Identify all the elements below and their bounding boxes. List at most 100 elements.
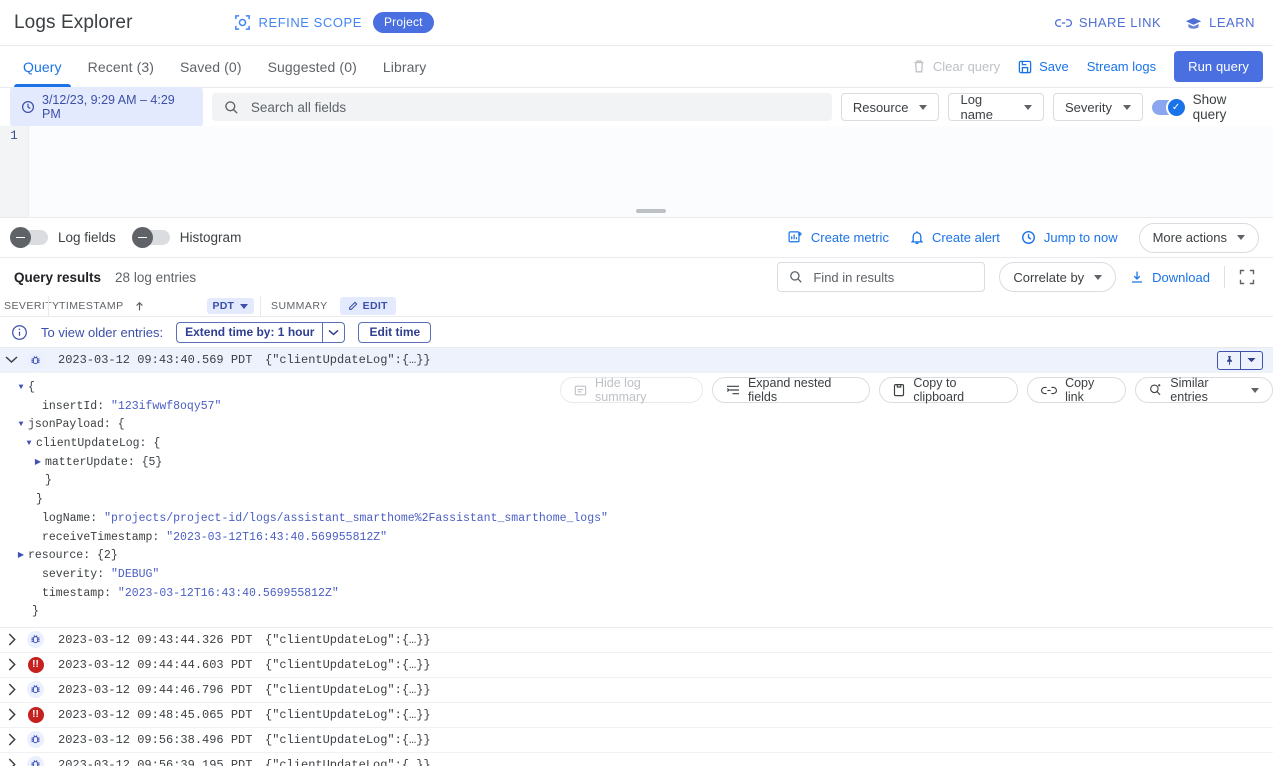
tab-query[interactable]: Query bbox=[10, 46, 75, 87]
editor-resize-handle[interactable] bbox=[636, 209, 666, 213]
download-button[interactable]: Download bbox=[1130, 270, 1210, 285]
pencil-icon bbox=[348, 301, 358, 311]
chevron-right-icon[interactable] bbox=[0, 633, 23, 646]
twisty-down-icon[interactable]: ▼ bbox=[14, 379, 28, 398]
tab-recent[interactable]: Recent (3) bbox=[75, 46, 167, 87]
table-row[interactable]: 2023-03-12 09:56:39.195 PDT {"clientUpda… bbox=[0, 753, 1273, 766]
table-row[interactable]: 2023-03-12 09:56:38.496 PDT {"clientUpda… bbox=[0, 728, 1273, 753]
share-link-button[interactable]: SHARE LINK bbox=[1055, 15, 1161, 30]
log-json-viewer: ▼{ insertId: "123ifwwf8oqy57" ▼jsonPaylo… bbox=[0, 379, 1273, 622]
twisty-down-icon[interactable]: ▼ bbox=[14, 416, 28, 435]
severity-cell bbox=[23, 681, 48, 698]
twisty-right-icon[interactable]: ▶ bbox=[14, 547, 28, 566]
check-icon: ✓ bbox=[1168, 99, 1185, 116]
histogram-toggle[interactable] bbox=[136, 230, 170, 245]
chevron-down-icon[interactable] bbox=[322, 323, 344, 342]
twisty-right-icon[interactable]: ▶ bbox=[31, 454, 45, 473]
learn-button[interactable]: LEARN bbox=[1185, 15, 1255, 30]
clock-icon bbox=[1021, 230, 1036, 245]
magnify-sparkle-icon bbox=[1149, 383, 1162, 397]
stream-logs-button[interactable]: Stream logs bbox=[1087, 59, 1156, 74]
severity-filter[interactable]: Severity bbox=[1053, 93, 1143, 121]
older-entries-banner: To view older entries: Extend time by: 1… bbox=[0, 317, 1273, 348]
resource-filter[interactable]: Resource bbox=[841, 93, 940, 121]
chevron-down-icon[interactable] bbox=[1240, 352, 1262, 369]
create-metric-button[interactable]: Create metric bbox=[788, 230, 889, 245]
histogram-toggle-group[interactable]: Histogram bbox=[136, 230, 242, 245]
twisty-down-icon[interactable]: ▼ bbox=[22, 435, 36, 454]
column-header-summary[interactable]: SUMMARY EDIT bbox=[260, 296, 1273, 316]
correlate-by-button[interactable]: Correlate by bbox=[999, 262, 1116, 292]
json-key: timestamp: bbox=[42, 585, 118, 604]
trash-icon bbox=[912, 59, 926, 74]
pin-entry-split-button[interactable] bbox=[1217, 351, 1263, 370]
show-query-toggle[interactable]: ✓ bbox=[1152, 100, 1184, 115]
download-icon bbox=[1130, 270, 1144, 284]
project-scope-chip[interactable]: Project bbox=[373, 12, 434, 33]
chevron-right-icon[interactable] bbox=[0, 733, 23, 746]
jump-to-now-button[interactable]: Jump to now bbox=[1021, 230, 1118, 245]
table-row[interactable]: !! 2023-03-12 09:48:45.065 PDT {"clientU… bbox=[0, 703, 1273, 728]
tab-saved[interactable]: Saved (0) bbox=[167, 46, 255, 87]
search-input[interactable]: Search all fields bbox=[251, 100, 346, 115]
edit-time-button[interactable]: Edit time bbox=[358, 322, 431, 343]
chevron-right-icon[interactable] bbox=[0, 708, 23, 721]
chevron-down-icon[interactable] bbox=[0, 356, 23, 364]
log-fields-toggle-group[interactable]: Log fields bbox=[14, 230, 116, 245]
more-actions-button[interactable]: More actions bbox=[1139, 223, 1259, 253]
column-header-severity[interactable]: SEVERITY bbox=[0, 300, 48, 312]
arrow-up-icon[interactable] bbox=[134, 301, 145, 312]
hide-log-summary-button[interactable]: Hide log summary bbox=[560, 377, 703, 403]
extend-time-button[interactable]: Extend time by: 1 hour bbox=[176, 322, 345, 343]
debug-bug-icon bbox=[27, 731, 44, 748]
create-alert-button[interactable]: Create alert bbox=[910, 230, 1000, 245]
save-query-button[interactable]: Save bbox=[1018, 59, 1069, 74]
copy-link-button[interactable]: Copy link bbox=[1027, 377, 1126, 403]
json-value: "2023-03-12T16:43:40.569955812Z" bbox=[166, 529, 387, 548]
table-row[interactable]: 2023-03-12 09:44:46.796 PDT {"clientUpda… bbox=[0, 678, 1273, 703]
table-row[interactable]: !! 2023-03-12 09:44:44.603 PDT {"clientU… bbox=[0, 653, 1273, 678]
copy-to-clipboard-button[interactable]: Copy to clipboard bbox=[879, 377, 1018, 403]
json-text: } bbox=[36, 491, 43, 510]
editor-text-area[interactable] bbox=[29, 126, 1273, 217]
chevron-right-icon[interactable] bbox=[0, 658, 23, 671]
hide-log-summary-label: Hide log summary bbox=[595, 376, 689, 404]
find-in-results-input[interactable]: Find in results bbox=[777, 262, 985, 292]
similar-entries-button[interactable]: Similar entries bbox=[1135, 377, 1273, 403]
table-row[interactable]: 2023-03-12 09:43:44.326 PDT {"clientUpda… bbox=[0, 628, 1273, 653]
timezone-label: PDT bbox=[213, 300, 235, 312]
search-all-fields[interactable]: Search all fields bbox=[212, 93, 832, 121]
json-text: { bbox=[28, 379, 35, 398]
minus-icon bbox=[138, 237, 147, 239]
chevron-down-icon bbox=[1024, 105, 1032, 110]
fullscreen-icon[interactable] bbox=[1239, 269, 1259, 285]
find-in-results-placeholder: Find in results bbox=[813, 270, 894, 285]
severity-filter-label: Severity bbox=[1065, 100, 1112, 115]
column-header-timestamp[interactable]: TIMESTAMP PDT bbox=[48, 296, 260, 316]
expand-nested-fields-button[interactable]: Expand nested fields bbox=[712, 377, 870, 403]
chevron-down-icon bbox=[1237, 235, 1245, 240]
json-value: "projects/project-id/logs/assistant_smar… bbox=[104, 510, 608, 529]
timezone-chip[interactable]: PDT bbox=[207, 298, 255, 314]
banner-text: To view older entries: bbox=[41, 325, 163, 340]
log-fields-toggle[interactable] bbox=[14, 230, 48, 245]
json-text: jsonPayload: { bbox=[28, 416, 125, 435]
run-query-button[interactable]: Run query bbox=[1174, 51, 1263, 82]
query-editor[interactable]: 1 bbox=[0, 126, 1273, 218]
learn-label: LEARN bbox=[1209, 15, 1255, 30]
pin-icon[interactable] bbox=[1218, 352, 1240, 369]
chevron-right-icon[interactable] bbox=[0, 683, 23, 696]
log-name-filter[interactable]: Log name bbox=[948, 93, 1044, 121]
time-range-label: 3/12/23, 9:29 AM – 4:29 PM bbox=[42, 93, 192, 121]
time-range-picker[interactable]: 3/12/23, 9:29 AM – 4:29 PM bbox=[10, 87, 203, 127]
tab-suggested[interactable]: Suggested (0) bbox=[255, 46, 370, 87]
clear-query-button[interactable]: Clear query bbox=[912, 59, 1000, 74]
log-row-selected[interactable]: 2023-03-12 09:43:40.569 PDT {"clientUpda… bbox=[0, 348, 1273, 373]
refine-scope-button[interactable]: REFINE SCOPE bbox=[233, 13, 362, 32]
tab-library[interactable]: Library bbox=[370, 46, 440, 87]
edit-summary-button[interactable]: EDIT bbox=[340, 297, 396, 315]
chevron-right-icon[interactable] bbox=[0, 758, 23, 766]
log-timestamp: 2023-03-12 09:43:44.326 PDT bbox=[48, 633, 260, 647]
json-value: "DEBUG" bbox=[111, 566, 159, 585]
json-key: logName: bbox=[42, 510, 104, 529]
